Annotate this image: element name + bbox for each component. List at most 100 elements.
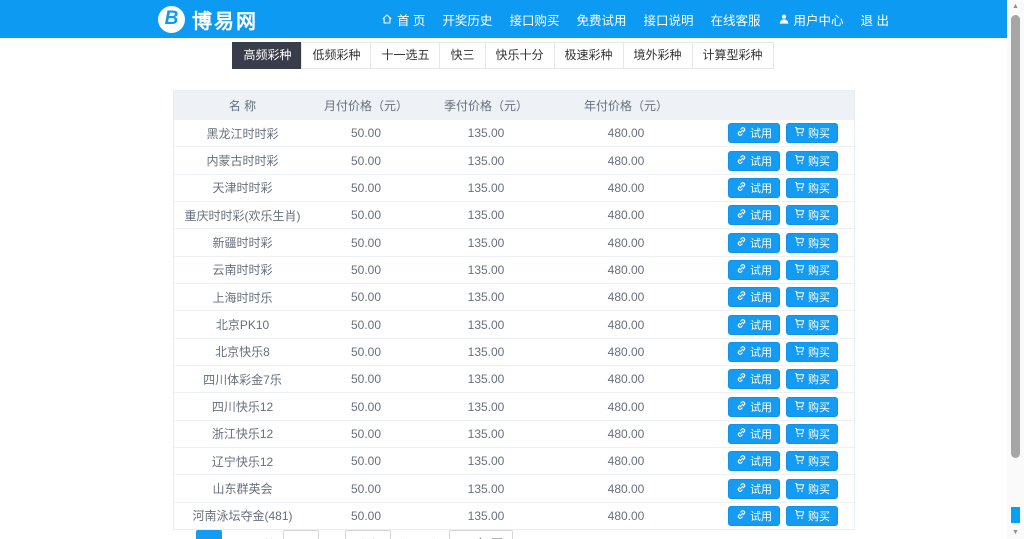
- brand-logo[interactable]: B 博易网: [158, 5, 258, 34]
- user-icon: [778, 13, 790, 25]
- lottery-name: 北京PK10: [215, 318, 270, 333]
- tab-6[interactable]: 极速彩种: [553, 42, 624, 69]
- buy-button-label: 购买: [808, 210, 830, 223]
- buy-button[interactable]: 购买: [786, 451, 838, 472]
- try-button-label: 试用: [750, 155, 772, 168]
- try-button-label: 试用: [750, 428, 772, 441]
- try-button[interactable]: 试用: [728, 205, 780, 226]
- try-button[interactable]: 试用: [728, 505, 780, 526]
- pagination-goto-input[interactable]: [283, 530, 320, 539]
- table-row: 云南时时彩 50.00 135.00 480.00 试用 购买: [174, 255, 854, 284]
- link-icon: [736, 126, 747, 140]
- cart-icon: [794, 236, 805, 250]
- table-row: 天津时时彩 50.00 135.00 480.00 试用 购买: [174, 173, 854, 202]
- nav-menu: 首 页 开奖历史 接口购买 免费试用 接口说明 在线客服 用户中心 退 出: [381, 10, 889, 29]
- buy-button[interactable]: 购买: [786, 423, 838, 444]
- buy-button[interactable]: 购买: [786, 478, 838, 499]
- buy-button[interactable]: 购买: [786, 287, 838, 308]
- cart-icon: [794, 263, 805, 277]
- lottery-name: 天津时时彩: [212, 181, 273, 196]
- cart-icon: [794, 482, 805, 496]
- try-button[interactable]: 试用: [728, 287, 780, 308]
- pagination-page-size-select[interactable]: 15 条/页: [449, 530, 514, 539]
- nav-item-8[interactable]: 退 出: [861, 10, 889, 29]
- buy-button[interactable]: 购买: [786, 177, 838, 198]
- yearly-price: 480.00: [607, 399, 645, 414]
- link-icon: [736, 509, 747, 523]
- tab-7[interactable]: 境外彩种: [622, 42, 693, 69]
- buy-button[interactable]: 购买: [786, 314, 838, 335]
- tab-5[interactable]: 快乐十分: [484, 42, 555, 69]
- link-icon: [736, 345, 747, 359]
- buy-button[interactable]: 购买: [786, 123, 838, 144]
- nav-item-3[interactable]: 接口购买: [509, 10, 559, 29]
- try-button[interactable]: 试用: [728, 150, 780, 171]
- try-button[interactable]: 试用: [728, 232, 780, 253]
- try-button-label: 试用: [750, 374, 772, 387]
- try-button[interactable]: 试用: [728, 314, 780, 335]
- cart-icon: [794, 345, 805, 359]
- lottery-name: 新疆时时彩: [212, 236, 273, 251]
- try-button[interactable]: 试用: [728, 123, 780, 144]
- yearly-price: 480.00: [607, 180, 645, 195]
- link-icon: [736, 181, 747, 195]
- pagination-current-page[interactable]: 1: [196, 530, 222, 539]
- buy-button[interactable]: 购买: [786, 505, 838, 526]
- try-button[interactable]: 试用: [728, 451, 780, 472]
- nav-item-5[interactable]: 接口说明: [643, 10, 693, 29]
- buy-button[interactable]: 购买: [786, 369, 838, 390]
- buy-button-label: 购买: [808, 319, 830, 332]
- try-button-label: 试用: [750, 264, 772, 277]
- buy-button[interactable]: 购买: [786, 150, 838, 171]
- link-icon: [736, 454, 747, 468]
- yearly-price: 480.00: [607, 508, 645, 523]
- try-button[interactable]: 试用: [728, 341, 780, 362]
- quarterly-price: 135.00: [467, 126, 505, 141]
- cart-icon: [794, 318, 805, 332]
- buy-button[interactable]: 购买: [786, 259, 838, 280]
- link-icon: [736, 236, 747, 250]
- monthly-price: 50.00: [350, 180, 382, 195]
- try-button[interactable]: 试用: [728, 478, 780, 499]
- monthly-price: 50.00: [350, 317, 382, 332]
- link-icon: [736, 427, 747, 441]
- yearly-price: 480.00: [607, 454, 645, 469]
- monthly-price: 50.00: [350, 208, 382, 223]
- tab-1[interactable]: 高频彩种: [232, 42, 303, 69]
- lottery-name: 北京快乐8: [215, 345, 270, 360]
- try-button[interactable]: 试用: [728, 259, 780, 280]
- nav-item-1[interactable]: 首 页: [381, 10, 425, 29]
- try-button[interactable]: 试用: [728, 369, 780, 390]
- tab-8[interactable]: 计算型彩种: [691, 42, 774, 69]
- buy-button-label: 购买: [808, 483, 830, 496]
- tab-2[interactable]: 低频彩种: [301, 42, 372, 69]
- pagination-goto-label: 到第: [252, 536, 276, 539]
- column-header-monthly: 月付价格（元）: [323, 98, 408, 113]
- buy-button[interactable]: 购买: [786, 396, 838, 417]
- link-icon: [736, 372, 747, 386]
- try-button[interactable]: 试用: [728, 177, 780, 198]
- buy-button[interactable]: 购买: [786, 341, 838, 362]
- table-row: 辽宁快乐12 50.00 135.00 480.00 试用 购买: [174, 447, 854, 475]
- nav-item-4[interactable]: 免费试用: [576, 10, 626, 29]
- scroll-up-arrow-icon[interactable]: ▲: [1007, 3, 1024, 10]
- tab-3[interactable]: 十一选五: [370, 42, 441, 69]
- try-button[interactable]: 试用: [728, 423, 780, 444]
- scrollbar-thumb[interactable]: [1011, 15, 1020, 458]
- scrollbar[interactable]: ▲ ▼: [1007, 0, 1024, 539]
- category-tabs: 高频彩种 低频彩种 十一选五 快三 快乐十分 极速彩种 境外彩种 计算型彩种: [0, 42, 1007, 69]
- try-button[interactable]: 试用: [728, 396, 780, 417]
- top-navbar: B 博易网 首 页 开奖历史 接口购买 免费试用 接口说明 在线客服 用户中心 …: [0, 0, 1007, 38]
- try-button-label: 试用: [750, 346, 772, 359]
- tab-4[interactable]: 快三: [439, 42, 486, 69]
- quarterly-price: 135.00: [467, 317, 505, 332]
- scroll-down-arrow-icon[interactable]: ▼: [1007, 529, 1024, 536]
- try-button-label: 试用: [750, 483, 772, 496]
- nav-item-7[interactable]: 用户中心: [778, 10, 844, 29]
- buy-button[interactable]: 购买: [786, 205, 838, 226]
- nav-item-2[interactable]: 开奖历史: [442, 10, 492, 29]
- column-header-name: 名 称: [228, 98, 257, 113]
- nav-item-6[interactable]: 在线客服: [710, 10, 760, 29]
- pagination-confirm-button[interactable]: 确定: [345, 530, 392, 539]
- buy-button[interactable]: 购买: [786, 232, 838, 253]
